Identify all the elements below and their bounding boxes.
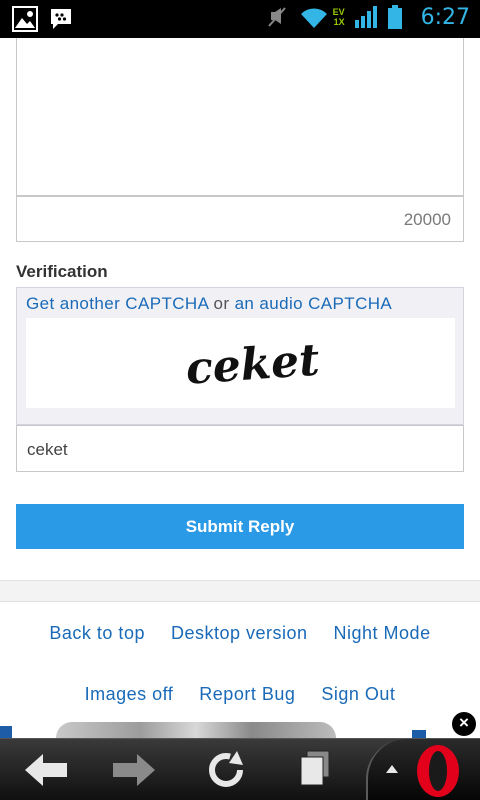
reply-textarea[interactable]: [16, 38, 464, 196]
status-bar: EV 1X 6:27: [0, 0, 480, 38]
audio-captcha-link[interactable]: an audio CAPTCHA: [235, 294, 393, 313]
signal-icon: [353, 4, 379, 30]
submit-reply-button[interactable]: Submit Reply: [16, 504, 464, 549]
captcha-links: Get another CAPTCHA or an audio CAPTCHA: [26, 294, 392, 314]
browser-toolbar: [0, 738, 480, 800]
get-another-captcha-link[interactable]: Get another CAPTCHA: [26, 294, 208, 313]
desktop-version-link[interactable]: Desktop version: [171, 623, 308, 644]
gallery-icon: [12, 6, 38, 32]
char-counter: 20000: [16, 196, 464, 242]
menu-up-arrow-icon: [386, 765, 398, 773]
forward-arrow-icon[interactable]: [106, 747, 162, 793]
captcha-image: ceket: [26, 318, 455, 408]
battery-icon: [387, 4, 413, 30]
images-off-link[interactable]: Images off: [85, 684, 174, 705]
section-divider: [0, 580, 480, 602]
sign-out-link[interactable]: Sign Out: [321, 684, 395, 705]
captcha-or-text: or: [208, 294, 235, 313]
reload-icon[interactable]: [198, 747, 254, 793]
ad-graphic-left: [0, 726, 12, 738]
vibrate-off-icon: [265, 4, 291, 30]
captcha-text: ceket: [184, 335, 321, 395]
captcha-answer-input[interactable]: ceket: [16, 425, 464, 472]
clock: 6:27: [420, 4, 470, 30]
footer-links-row-2: Images off Report Bug Sign Out: [0, 684, 480, 705]
opera-menu-button[interactable]: [366, 739, 480, 800]
ad-banner[interactable]: [0, 722, 480, 738]
captcha-panel: Get another CAPTCHA or an audio CAPTCHA …: [16, 287, 464, 425]
back-arrow-icon[interactable]: [18, 747, 74, 793]
footer-links-row-1: Back to top Desktop version Night Mode: [0, 623, 480, 644]
night-mode-link[interactable]: Night Mode: [334, 623, 431, 644]
verification-heading: Verification: [16, 262, 108, 281]
bbm-chat-icon: [48, 6, 74, 32]
wifi-icon: [299, 4, 327, 30]
ad-image: [56, 722, 336, 738]
ad-graphic-right: [412, 730, 426, 738]
network-type: EV 1X: [332, 7, 345, 27]
ad-close-icon[interactable]: ×: [450, 710, 478, 738]
report-bug-link[interactable]: Report Bug: [199, 684, 295, 705]
back-to-top-link[interactable]: Back to top: [49, 623, 145, 644]
tabs-icon[interactable]: [286, 747, 342, 793]
